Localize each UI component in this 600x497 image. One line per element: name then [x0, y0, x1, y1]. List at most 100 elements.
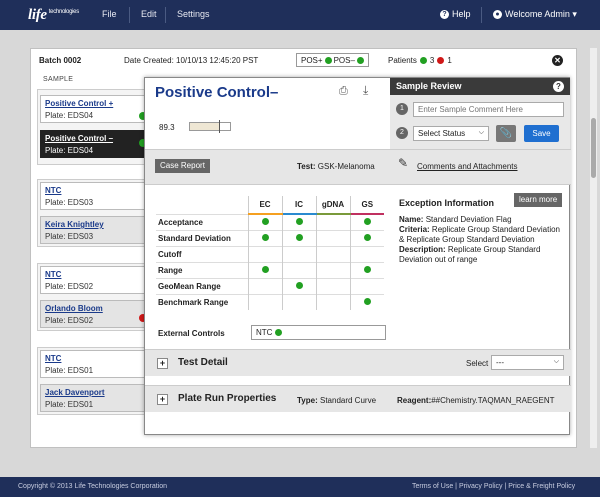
table-cell [349, 261, 384, 278]
sample-name-link[interactable]: Keira Knightley [45, 220, 143, 229]
sample-card[interactable]: Orlando Bloom Plate: EDS02 [40, 300, 148, 328]
row-label: GeoMean Range [156, 277, 248, 294]
temperature-bar [189, 120, 231, 133]
chevron-down-icon: ⌵ [553, 358, 559, 365]
sample-name-link[interactable]: NTC [45, 186, 143, 195]
menu-file[interactable]: File [102, 9, 117, 19]
sample-card[interactable]: NTC Plate: EDS02 [40, 266, 148, 294]
sample-card[interactable]: Positive Control + Plate: EDS04 [40, 95, 148, 123]
report-toolbar: Case Report Test: GSK-Melanoma ✎ Comment… [145, 149, 571, 185]
plate-run-title: Plate Run Properties [178, 393, 277, 404]
row-label: Benchmark Range [156, 293, 248, 310]
sample-comment-input[interactable] [413, 102, 564, 117]
table-cell [349, 245, 384, 262]
status-dot-green [295, 281, 303, 289]
status-dot-green [261, 217, 269, 225]
plate-label: Plate: EDS04 [45, 111, 94, 120]
table-cell [281, 213, 316, 230]
temperature-value: 89.3 [159, 123, 175, 132]
status-select[interactable]: Select Status ⌵ [413, 126, 489, 141]
table-header-row: EC IC gDNA GS [156, 196, 384, 215]
table-cell [247, 277, 282, 294]
download-icon[interactable]: ⤓ [363, 83, 368, 98]
step-number-2: 2 [396, 127, 408, 139]
sample-detail-panel: Positive Control– ⎙ ⤓ 89.3 Sample Review… [144, 77, 571, 435]
date-created: Date Created: 10/10/13 12:45:20 PST [124, 56, 259, 65]
save-button[interactable]: Save [524, 125, 559, 142]
expand-plus-icon[interactable]: + [157, 358, 168, 369]
reagent-value: ##Chemistry.TAQMAN_RAEGENT [431, 396, 555, 405]
close-icon[interactable]: ✕ [552, 55, 563, 66]
table-cell [281, 261, 316, 278]
case-report-button[interactable]: Case Report [155, 159, 210, 173]
table-cell [315, 261, 350, 278]
reagent-label: Reagent: [397, 396, 432, 405]
nav-divider [165, 7, 166, 23]
red-count: 1 [447, 56, 452, 65]
chevron-down-icon: ⌵ [478, 129, 484, 136]
test-detail-title: Test Detail [178, 357, 228, 368]
status-dot-green [356, 56, 364, 64]
sample-card[interactable]: Keira Knightley Plate: EDS03 [40, 216, 148, 244]
page-scrollbar[interactable] [590, 48, 597, 448]
row-label: Acceptance [156, 213, 248, 230]
sample-card[interactable]: NTC Plate: EDS03 [40, 182, 148, 210]
menu-settings[interactable]: Settings [177, 9, 210, 19]
copyright-text: Copyright © 2013 Life Technologies Corpo… [18, 483, 168, 490]
expand-plus-icon[interactable]: + [157, 394, 168, 405]
exception-name-label: Name: [399, 215, 424, 224]
positive-controls-status: POS+ POS– [296, 53, 369, 67]
table-row: GeoMean Range [156, 277, 384, 294]
status-dot-green [295, 233, 303, 241]
temperature-bar-fill [190, 123, 219, 130]
table-cell [315, 277, 350, 294]
plate-label: Plate: EDS02 [45, 316, 94, 325]
plate-label: Plate: EDS02 [45, 282, 94, 291]
status-dot-green [363, 265, 371, 273]
print-icon[interactable]: ⎙ [339, 85, 352, 97]
sample-name-link[interactable]: Jack Davenport [45, 388, 143, 397]
external-controls-box: NTC [251, 325, 386, 340]
sample-card-selected[interactable]: Positive Control – Plate: EDS04 [40, 130, 148, 158]
exception-details: Name: Standard Deviation Flag Criteria: … [399, 215, 567, 265]
sample-name-link[interactable]: NTC [45, 270, 143, 279]
sample-name-link[interactable]: Orlando Bloom [45, 304, 143, 313]
sample-name-link[interactable]: Positive Control – [45, 134, 143, 143]
table-cell [247, 293, 282, 310]
paperclip-icon[interactable]: 📎 [496, 125, 516, 142]
table-cell [315, 293, 350, 310]
patients-summary: Patients 3 1 [388, 56, 452, 65]
plate-label: Plate: EDS03 [45, 198, 94, 207]
help-label: Help [452, 9, 471, 19]
menu-edit[interactable]: Edit [141, 9, 157, 19]
exception-description-label: Description: [399, 245, 446, 254]
user-icon: ● [493, 10, 502, 20]
test-detail-select[interactable]: --- ⌵ [491, 355, 564, 370]
help-icon[interactable]: ? [553, 81, 564, 92]
user-menu[interactable]: ● Welcome Admin ▾ [493, 9, 577, 20]
comments-icon[interactable]: ✎ [398, 156, 408, 170]
table-cell [315, 245, 350, 262]
plate-run-section: + Plate Run Properties Type: Standard Cu… [145, 385, 571, 412]
table-row: Benchmark Range [156, 293, 384, 310]
learn-more-button[interactable]: learn more [514, 193, 563, 207]
sample-card[interactable]: Jack Davenport Plate: EDS01 [40, 384, 148, 412]
scrollbar-thumb[interactable] [591, 118, 596, 178]
logo[interactable]: life technologies [28, 7, 79, 24]
external-controls-label: External Controls [158, 329, 225, 338]
help-link[interactable]: ? Help [440, 9, 471, 20]
table-cell [247, 229, 282, 246]
batch-title: Batch 0002 [39, 56, 82, 65]
sample-name-link[interactable]: NTC [45, 354, 143, 363]
comments-attachments-link[interactable]: Comments and Attachments [417, 162, 518, 171]
table-cell [349, 229, 384, 246]
step-number-1: 1 [396, 103, 408, 115]
sample-card[interactable]: NTC Plate: EDS01 [40, 350, 148, 378]
plate-label: Plate: EDS01 [45, 366, 94, 375]
table-cell [247, 261, 282, 278]
help-icon: ? [440, 10, 449, 20]
table-header-blank [156, 196, 248, 214]
footer-links[interactable]: Terms of Use | Privacy Policy | Price & … [412, 483, 575, 490]
table-cell [349, 293, 384, 310]
sample-name-link[interactable]: Positive Control + [45, 99, 143, 108]
